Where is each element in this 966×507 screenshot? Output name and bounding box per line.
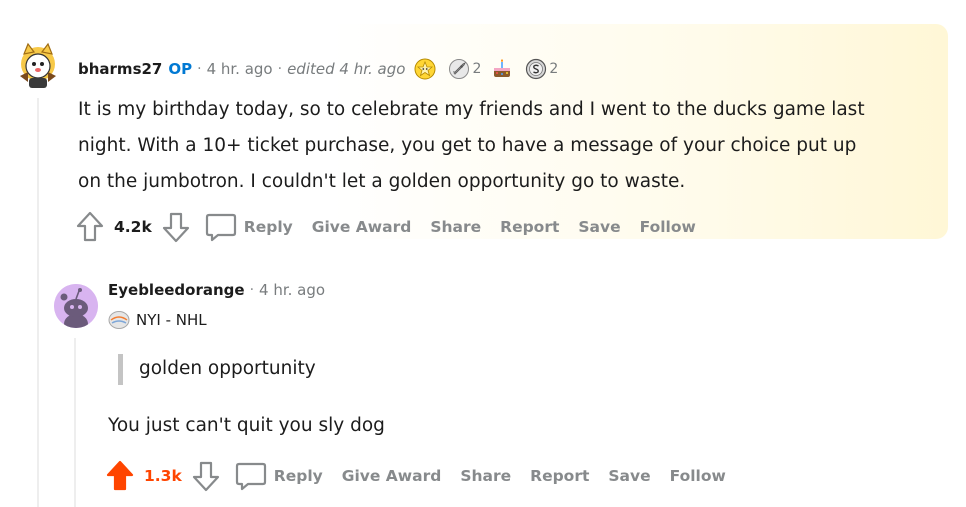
- blockquote-text: golden opportunity: [139, 358, 316, 379]
- rocket-award-icon: [449, 59, 470, 79]
- edited-timestamp: edited 4 hr. ago: [287, 60, 406, 78]
- reply-chat-icon[interactable]: [204, 211, 238, 243]
- follow-button[interactable]: Follow: [640, 218, 696, 236]
- comment-meta: Eyebleedorange · 4 hr. ago: [108, 281, 325, 299]
- save-button[interactable]: Save: [608, 467, 650, 485]
- award-rocket[interactable]: 2: [448, 58, 481, 80]
- snoo-avatar-icon: [54, 284, 98, 328]
- blockquote-bar: [118, 354, 123, 385]
- reply-chat-icon[interactable]: [234, 460, 268, 492]
- comment-body-line: on the jumbotron. I couldn't let a golde…: [78, 171, 686, 192]
- save-button[interactable]: Save: [578, 218, 620, 236]
- award-count: 2: [472, 61, 482, 77]
- avatar[interactable]: [54, 284, 98, 328]
- comment-body-line: night. With a 10+ ticket purchase, you g…: [78, 135, 857, 156]
- reply-button[interactable]: Reply: [274, 467, 323, 485]
- comment-meta: bharms27 OP · 4 hr. ago · edited 4 hr. a…: [78, 58, 558, 80]
- birthday-cake-award-icon: [494, 59, 511, 77]
- user-avatar-icon: [20, 42, 56, 88]
- timestamp[interactable]: 4 hr. ago: [259, 281, 325, 299]
- vote-count: 1.3k: [144, 467, 182, 485]
- user-flair: NYI - NHL: [108, 310, 207, 330]
- islanders-logo-icon: [108, 311, 130, 329]
- op-badge: OP: [168, 60, 193, 78]
- award-silver-coin[interactable]: 2: [525, 58, 558, 80]
- thread-line-2[interactable]: [74, 338, 76, 507]
- thread-line-1[interactable]: [37, 98, 39, 507]
- timestamp[interactable]: 4 hr. ago: [207, 60, 273, 78]
- separator-dot: ·: [197, 61, 202, 77]
- downvote-arrow-icon[interactable]: [192, 460, 220, 492]
- flair-text: NYI - NHL: [136, 311, 207, 329]
- username[interactable]: bharms27: [78, 60, 162, 78]
- separator-dot: ·: [277, 61, 283, 77]
- award-birthday-cake[interactable]: [491, 58, 515, 80]
- upvote-arrow-icon[interactable]: [106, 460, 134, 492]
- downvote-arrow-icon[interactable]: [162, 211, 190, 243]
- award-wholesome[interactable]: [414, 58, 438, 80]
- separator-dot: ·: [249, 282, 255, 298]
- username[interactable]: Eyebleedorange: [108, 281, 245, 299]
- report-button[interactable]: Report: [500, 218, 559, 236]
- give-award-button[interactable]: Give Award: [342, 467, 442, 485]
- award-count: 2: [549, 61, 559, 77]
- follow-button[interactable]: Follow: [670, 467, 726, 485]
- share-button[interactable]: Share: [460, 467, 511, 485]
- share-button[interactable]: Share: [430, 218, 481, 236]
- wholesome-award-icon: [414, 58, 436, 80]
- comment-body: It is my birthday today, so to celebrate…: [78, 92, 865, 200]
- upvote-arrow-icon[interactable]: [76, 211, 104, 243]
- give-award-button[interactable]: Give Award: [312, 218, 412, 236]
- silver-coin-award-icon: [526, 58, 547, 80]
- comment-body: You just can't quit you sly dog: [108, 415, 385, 436]
- report-button[interactable]: Report: [530, 467, 589, 485]
- reply-button[interactable]: Reply: [244, 218, 293, 236]
- comment-body-line: It is my birthday today, so to celebrate…: [78, 99, 865, 120]
- avatar[interactable]: [14, 42, 62, 90]
- vote-count: 4.2k: [114, 218, 152, 236]
- comment-actions: 4.2k Reply Give Award Share Report Save …: [76, 211, 715, 243]
- comment-actions: 1.3k Reply Give Award Share Report Save …: [106, 460, 745, 492]
